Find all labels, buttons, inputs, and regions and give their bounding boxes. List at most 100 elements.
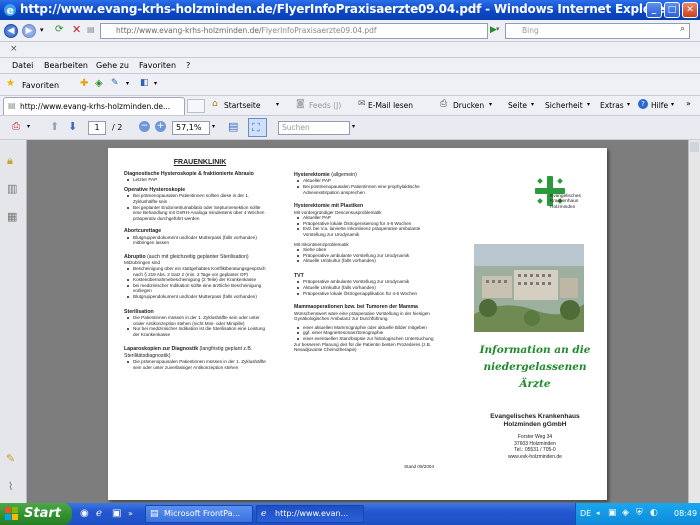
stop-icon[interactable]: ✕ <box>72 23 81 36</box>
menu-datei[interactable]: Datei <box>12 61 33 70</box>
quicklaunch-desktop-icon[interactable]: ▣ <box>112 508 121 519</box>
list: Blutgruppendokument und/oder Mutterpass … <box>124 235 266 246</box>
headline-line: Information an die <box>479 344 591 356</box>
heading-text: Laparoskopien zur Diagnostik <box>124 346 199 353</box>
pdf-search-input[interactable]: Suchen <box>278 121 350 135</box>
search-icon[interactable]: ⌕ <box>680 24 685 34</box>
menu-bearbeiten[interactable]: Bearbeiten <box>44 61 88 70</box>
zoom-input[interactable]: 57,1% <box>172 121 210 135</box>
attachments-icon[interactable]: ▦ <box>7 210 17 223</box>
pdf-print-icon[interactable]: ⎙ <box>12 121 20 132</box>
address-input[interactable]: http://www.evang-krhs-holzminden.de/Flye… <box>100 23 488 39</box>
mail-icon[interactable]: ✉ <box>358 99 366 109</box>
menu-gehe-zu[interactable]: Gehe zu <box>96 61 129 70</box>
web-slice-icon[interactable]: ✎ <box>111 78 119 88</box>
help-icon[interactable]: ? <box>638 99 648 109</box>
quicklaunch-firefox-icon[interactable]: ◉ <box>80 508 89 519</box>
next-page-icon[interactable]: ⬇ <box>68 120 77 133</box>
pdf-toolbar: ⎙ ▾ ⬆ ⬇ 1 / 2 − + 57,1% ▾ ▤ ⛶ Suchen ▾ <box>0 116 700 140</box>
start-button[interactable]: Start <box>0 503 72 525</box>
paperclip-icon[interactable]: ⌇ <box>8 480 13 493</box>
list: Bescheinigung über ein stattgehabtes Kon… <box>124 266 266 300</box>
new-tab-button[interactable] <box>187 99 205 113</box>
scroll-up-arrow[interactable] <box>690 142 699 152</box>
add-favorite-icon[interactable]: ✚ <box>80 78 88 89</box>
suggested-sites-icon[interactable]: ◈ <box>95 78 103 89</box>
headline-line: Ärzte <box>519 378 551 390</box>
address-toolbar: ◀ ▶ ▾ ⟳ ✕ ▤ http://www.evang-krhs-holzmi… <box>0 20 700 42</box>
section-title: FRAUENKLINIK <box>173 159 227 166</box>
lang-arrow-icon[interactable]: ◂ <box>596 509 600 517</box>
extras-button[interactable]: Extras <box>600 101 624 110</box>
forward-button[interactable]: ▶ <box>22 24 36 38</box>
close-button[interactable]: ✕ <box>682 2 698 18</box>
mail-button[interactable]: E-Mail lesen <box>368 101 413 110</box>
heading-text: Hysterektomie <box>294 172 330 178</box>
list-item: einer eventuellen Stanzbiopsie zur histo… <box>294 336 434 342</box>
compat-icon[interactable]: ▾ <box>496 25 500 33</box>
quicklaunch-ie-icon[interactable]: ℯ <box>96 508 102 519</box>
help-button[interactable]: Hilfe <box>651 101 668 110</box>
feeds-icon[interactable]: ◙ <box>296 99 305 109</box>
pdf-print-dropdown-icon[interactable]: ▾ <box>27 123 30 130</box>
address-line: 37603 Holzminden <box>514 440 556 447</box>
quicklaunch-more-icon[interactable]: » <box>128 509 133 518</box>
title-bar: e http://www.evang-krhs-holzminden.de/Fl… <box>0 0 700 20</box>
search-input[interactable]: Bing <box>505 23 690 39</box>
zoom-out-icon[interactable]: − <box>139 121 150 132</box>
help-dropdown-icon[interactable]: ▾ <box>671 101 674 108</box>
print-icon[interactable]: ⎙ <box>440 99 447 109</box>
refresh-icon[interactable]: ⟳ <box>55 24 63 35</box>
tray-volume-icon[interactable]: ◈ <box>622 508 629 518</box>
lock-icon[interactable]: 🔒︎ <box>7 154 13 168</box>
menu-help[interactable]: ? <box>186 61 190 70</box>
safety-dropdown-icon[interactable]: ▾ <box>587 101 590 108</box>
address-line: Tel.: 05531 / 705-0 <box>514 447 556 454</box>
zoom-dropdown-icon[interactable]: ▾ <box>212 123 215 130</box>
language-indicator[interactable]: DE <box>580 509 591 518</box>
tray-update-icon[interactable]: ◐ <box>650 508 658 518</box>
zoom-in-icon[interactable]: + <box>155 121 166 132</box>
vertical-scrollbar[interactable] <box>688 140 700 503</box>
history-dropdown-icon[interactable]: ▾ <box>40 26 44 34</box>
paragraph: zur besseren Planung des für die Patient… <box>294 341 432 353</box>
page-button[interactable]: Seite <box>508 101 527 110</box>
tray-security-icon[interactable]: ⛨ <box>636 508 643 518</box>
more-icon[interactable]: » <box>686 99 691 108</box>
taskbar-item-ie[interactable]: ℯ http://www.evan... <box>256 505 364 523</box>
home-button[interactable]: Startseite <box>224 101 260 110</box>
menu-favoriten[interactable]: Favoriten <box>139 61 176 70</box>
tray-network-icon[interactable]: ▣ <box>608 508 617 518</box>
list-item: Aktuelle Urinkultur (falls vorhanden) <box>294 258 434 264</box>
page-dropdown-icon[interactable]: ▾ <box>154 80 157 87</box>
prev-page-icon[interactable]: ⬆ <box>50 120 59 133</box>
tab-active[interactable]: ▤ http://www.evang-krhs-holzminden.de... <box>3 97 185 115</box>
fit-width-icon[interactable]: ▤ <box>228 120 238 133</box>
print-button[interactable]: Drucken <box>453 101 484 110</box>
print-dropdown-icon[interactable]: ▾ <box>489 101 492 108</box>
home-dropdown-icon[interactable]: ▾ <box>276 101 279 108</box>
page-number-input[interactable]: 1 <box>88 121 106 135</box>
minimize-button[interactable]: _ <box>646 2 662 18</box>
web-slice-dropdown-icon[interactable]: ▾ <box>126 80 129 87</box>
maximize-button[interactable]: □ <box>664 2 680 18</box>
page-menu-icon[interactable]: ◧ <box>140 78 149 88</box>
page-dropdown-icon[interactable]: ▾ <box>531 101 534 108</box>
hospital-photo <box>474 244 584 332</box>
svg-text:e: e <box>7 4 14 17</box>
home-icon[interactable]: ⌂ <box>212 99 218 109</box>
close-toolbar-icon[interactable]: × <box>10 44 18 54</box>
list-item: Die prämenopausalen Patientinnen müssen … <box>124 359 266 370</box>
list-item: Präoperative lokale Östrogenapplikation … <box>294 291 434 297</box>
feeds-button[interactable]: Feeds (J) <box>309 101 341 110</box>
pages-icon[interactable]: ▥ <box>7 182 17 195</box>
favorites-button[interactable]: Favoriten <box>22 81 59 90</box>
pdf-search-dropdown-icon[interactable]: ▾ <box>352 123 355 130</box>
comments-icon[interactable]: ✎ <box>6 452 15 465</box>
fit-page-button[interactable]: ⛶ <box>248 118 267 137</box>
extras-dropdown-icon[interactable]: ▾ <box>627 101 630 108</box>
safety-button[interactable]: Sicherheit <box>545 101 583 110</box>
taskbar-item-frontpage[interactable]: ▤ Microsoft FrontPa... <box>145 505 253 523</box>
clock[interactable]: 08:49 <box>674 509 697 518</box>
back-button[interactable]: ◀ <box>4 24 18 38</box>
